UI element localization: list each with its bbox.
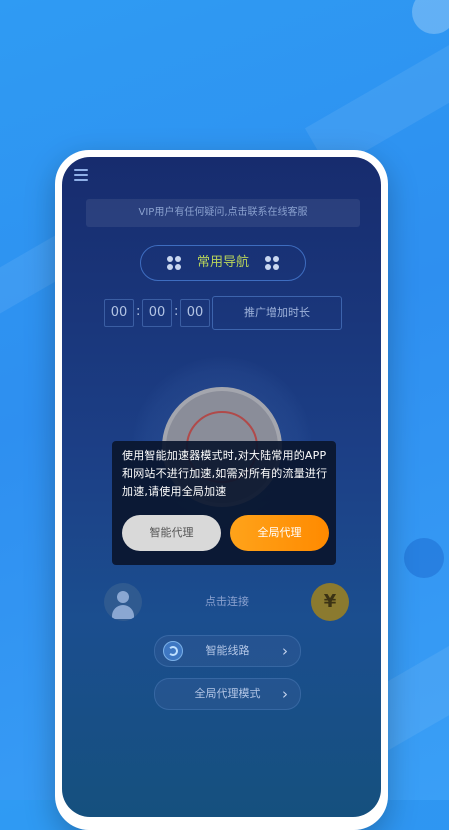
timer-separator: : (174, 304, 179, 319)
vip-notice-banner[interactable]: VIP用户有任何疑问,点击联系在线客服 (86, 199, 360, 227)
clover-icon (167, 256, 181, 270)
chevron-right-icon: › (282, 642, 288, 660)
yuan-icon[interactable]: ¥ (311, 583, 349, 621)
connect-label[interactable]: 点击连接 (182, 593, 272, 609)
timer-minutes: 00 (142, 299, 172, 327)
bg-bubble (412, 0, 449, 34)
common-nav-label: 常用导航 (196, 255, 249, 270)
timer-hours: 00 (104, 299, 134, 327)
proxy-mode-dialog: 使用智能加速器模式时,对大陆常用的APP和网站不进行加速,如需对所有的流量进行加… (112, 441, 336, 565)
hamburger-menu-icon[interactable] (74, 169, 88, 181)
smart-route-button[interactable]: 智能线路 › (154, 635, 301, 667)
global-mode-label: 全局代理模式 (194, 687, 261, 700)
user-avatar-icon[interactable] (104, 583, 142, 621)
common-nav-button[interactable]: 常用导航 (140, 245, 306, 281)
chevron-right-icon: › (282, 685, 288, 703)
smart-proxy-button[interactable]: 智能代理 (122, 515, 221, 551)
smart-route-label: 智能线路 (205, 644, 250, 657)
timer-separator: : (136, 304, 141, 319)
timer-seconds: 00 (180, 299, 210, 327)
clover-icon (265, 256, 279, 270)
global-mode-button[interactable]: 全局代理模式 › (154, 678, 301, 710)
bg-bubble (404, 538, 444, 578)
dialog-message: 使用智能加速器模式时,对大陆常用的APP和网站不进行加速,如需对所有的流量进行加… (122, 449, 328, 498)
app-screen: VIP用户有任何疑问,点击联系在线客服 常用导航 00 : 00 : 00 推广… (62, 157, 381, 817)
extend-time-button[interactable]: 推广增加时长 (212, 296, 342, 330)
global-proxy-button[interactable]: 全局代理 (230, 515, 329, 551)
